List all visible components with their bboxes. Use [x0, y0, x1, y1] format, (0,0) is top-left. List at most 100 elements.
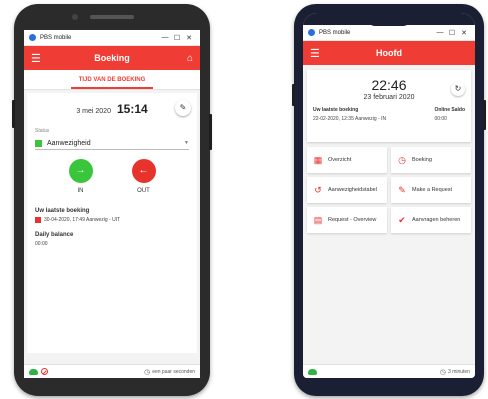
- last-booking-title: Uw laatste boeking: [35, 208, 90, 214]
- booking-date: 3 mei 2020: [76, 108, 111, 115]
- tile-make-request[interactable]: ✎ Make a Request: [391, 177, 471, 203]
- datetime-row: 3 mei 2020 15:14: [27, 93, 197, 116]
- history-icon: ↺: [314, 184, 322, 195]
- tile-boeking[interactable]: ◷ Boeking: [391, 147, 471, 173]
- tile-request-overview[interactable]: ▤ Request - Overview: [307, 207, 387, 233]
- clock-in-label: IN: [77, 188, 84, 194]
- current-time: 22:46: [371, 77, 407, 93]
- maximize-icon[interactable]: ☐: [171, 34, 183, 42]
- clock-icon: ◷: [398, 154, 406, 165]
- screen-booking: PBS mobile — ☐ ✕ ☰ Boeking ⌂ TIJD VAN DE…: [24, 30, 200, 378]
- app-bar: ☰ Boeking ⌂: [24, 46, 200, 70]
- status-color-swatch: [35, 139, 42, 147]
- status-label: Status: [35, 128, 50, 134]
- document-icon: ▤: [313, 214, 323, 225]
- clock-out-label: OUT: [137, 188, 150, 194]
- chevron-down-icon: ▼: [184, 140, 189, 146]
- camera-notch: [367, 13, 411, 26]
- window-titlebar: PBS mobile — ☐ ✕: [303, 25, 475, 41]
- refresh-icon: ↻: [454, 84, 462, 93]
- in-group: → IN: [68, 159, 93, 194]
- last-booking-label: Uw laatste boeking: [313, 107, 359, 113]
- volume-button: [12, 100, 15, 128]
- app-bar: ☰ Hoofd: [303, 41, 475, 65]
- edit-time-button[interactable]: ✎: [175, 100, 191, 116]
- phone-booking: PBS mobile — ☐ ✕ ☰ Boeking ⌂ TIJD VAN DE…: [12, 4, 212, 396]
- cloud-sync-icon: [308, 368, 317, 375]
- balance-value: 00:00: [434, 116, 447, 122]
- calendar-icon: ▦: [313, 154, 323, 165]
- booking-time: 15:14: [116, 102, 148, 116]
- app-logo-icon: [29, 34, 36, 41]
- last-booking-value: 22-02-2020, 12:35 Aanwezig - IN: [313, 116, 387, 122]
- tab-bar: TIJD VAN DE BOEKING: [24, 70, 200, 90]
- tile-overzicht[interactable]: ▦ Overzicht: [307, 147, 387, 173]
- checkmarks-icon: ✔: [398, 214, 406, 225]
- status-bar: ◷ een paar seconden: [24, 364, 200, 378]
- page-title: Hoofd: [376, 48, 402, 58]
- status-value: Aanwezigheid: [47, 139, 91, 147]
- minimize-icon[interactable]: —: [434, 29, 446, 36]
- maximize-icon[interactable]: ☐: [446, 29, 458, 37]
- window-titlebar: PBS mobile — ☐ ✕: [24, 30, 200, 46]
- tile-label: Aanvragen beheren: [412, 217, 461, 223]
- close-icon[interactable]: ✕: [183, 34, 195, 42]
- out-group: ← OUT: [131, 159, 156, 194]
- clock-icon: ◷: [144, 368, 151, 376]
- balance-block: Online Saldo 00:00: [434, 107, 465, 122]
- refresh-button[interactable]: ↻: [451, 82, 465, 96]
- minimize-icon[interactable]: —: [159, 34, 171, 41]
- sync-time: 3 minuten: [448, 368, 470, 375]
- hamburger-menu-icon[interactable]: ☰: [31, 52, 45, 65]
- tile-label: Overzicht: [328, 157, 352, 163]
- balance-label: Online Saldo: [434, 107, 465, 113]
- status-dropdown[interactable]: Aanwezigheid ▼: [35, 137, 189, 150]
- app-name: PBS mobile: [40, 34, 72, 41]
- tab-booking-time[interactable]: TIJD VAN DE BOEKING: [70, 71, 154, 89]
- daily-balance-value: 00:00: [35, 241, 48, 247]
- tile-label: Request - Overview: [328, 217, 377, 223]
- tile-aanwezigheidstabel[interactable]: ↺ Aanwezigheidstabel: [307, 177, 387, 203]
- home-icon[interactable]: ⌂: [187, 53, 193, 64]
- daily-balance-title: Daily balance: [35, 232, 74, 238]
- power-button: [209, 114, 212, 150]
- booking-card: 3 mei 2020 15:14 ✎ Status Aanwezigheid ▼…: [27, 93, 197, 353]
- sync-status: ◷ 3 minuten: [440, 368, 470, 376]
- app-logo-icon: [308, 29, 315, 36]
- pencil-icon: ✎: [398, 184, 406, 195]
- last-booking-text: 30-04-2020, 17:49 Aanwezig - UIT: [44, 217, 121, 223]
- tile-label: Boeking: [412, 157, 432, 163]
- arrow-left-icon: ←: [138, 165, 149, 176]
- menu-grid: ▦ Overzicht ◷ Boeking ↺ Aanwezigheidstab…: [307, 147, 471, 233]
- close-icon[interactable]: ✕: [458, 29, 470, 37]
- phone-home: PBS mobile — ☐ ✕ ☰ Hoofd 22:46 23 februa…: [292, 4, 486, 396]
- clock-in-button[interactable]: →: [68, 159, 93, 183]
- screen-home: PBS mobile — ☐ ✕ ☰ Hoofd 22:46 23 februa…: [303, 13, 475, 378]
- clock-card: 22:46 23 februari 2020 ↻ Uw laatste boek…: [307, 70, 471, 142]
- sync-status: ◷ een paar seconden: [144, 368, 195, 376]
- page-title: Boeking: [94, 53, 130, 63]
- in-out-buttons: → IN ← OUT: [27, 159, 197, 194]
- offline-icon: [41, 368, 48, 375]
- current-date: 23 februari 2020: [363, 94, 415, 101]
- booking-info: Uw laatste boeking 22-02-2020, 12:35 Aan…: [307, 101, 471, 122]
- clock-out-button[interactable]: ←: [131, 159, 156, 183]
- out-status-swatch: [35, 217, 41, 223]
- tile-label: Aanwezigheidstabel: [328, 187, 377, 193]
- volume-button: [292, 84, 295, 106]
- power-button: [483, 100, 486, 130]
- last-booking-entry: 30-04-2020, 17:49 Aanwezig - UIT: [35, 217, 197, 223]
- status-bar: ◷ 3 minuten: [303, 364, 475, 378]
- clock-icon: ◷: [439, 368, 447, 376]
- front-camera: [72, 14, 78, 20]
- arrow-right-icon: →: [75, 165, 86, 176]
- sync-time: een paar seconden: [152, 368, 195, 375]
- pencil-icon: ✎: [179, 103, 187, 112]
- device-showcase: PBS mobile — ☐ ✕ ☰ Boeking ⌂ TIJD VAN DE…: [0, 0, 488, 399]
- last-booking-block: Uw laatste boeking 22-02-2020, 12:35 Aan…: [313, 107, 386, 122]
- app-name: PBS mobile: [319, 29, 351, 36]
- hamburger-menu-icon[interactable]: ☰: [310, 47, 324, 60]
- cloud-sync-icon: [29, 368, 38, 375]
- tile-aanvragen-beheren[interactable]: ✔ Aanvragen beheren: [391, 207, 471, 233]
- tile-label: Make a Request: [412, 187, 453, 193]
